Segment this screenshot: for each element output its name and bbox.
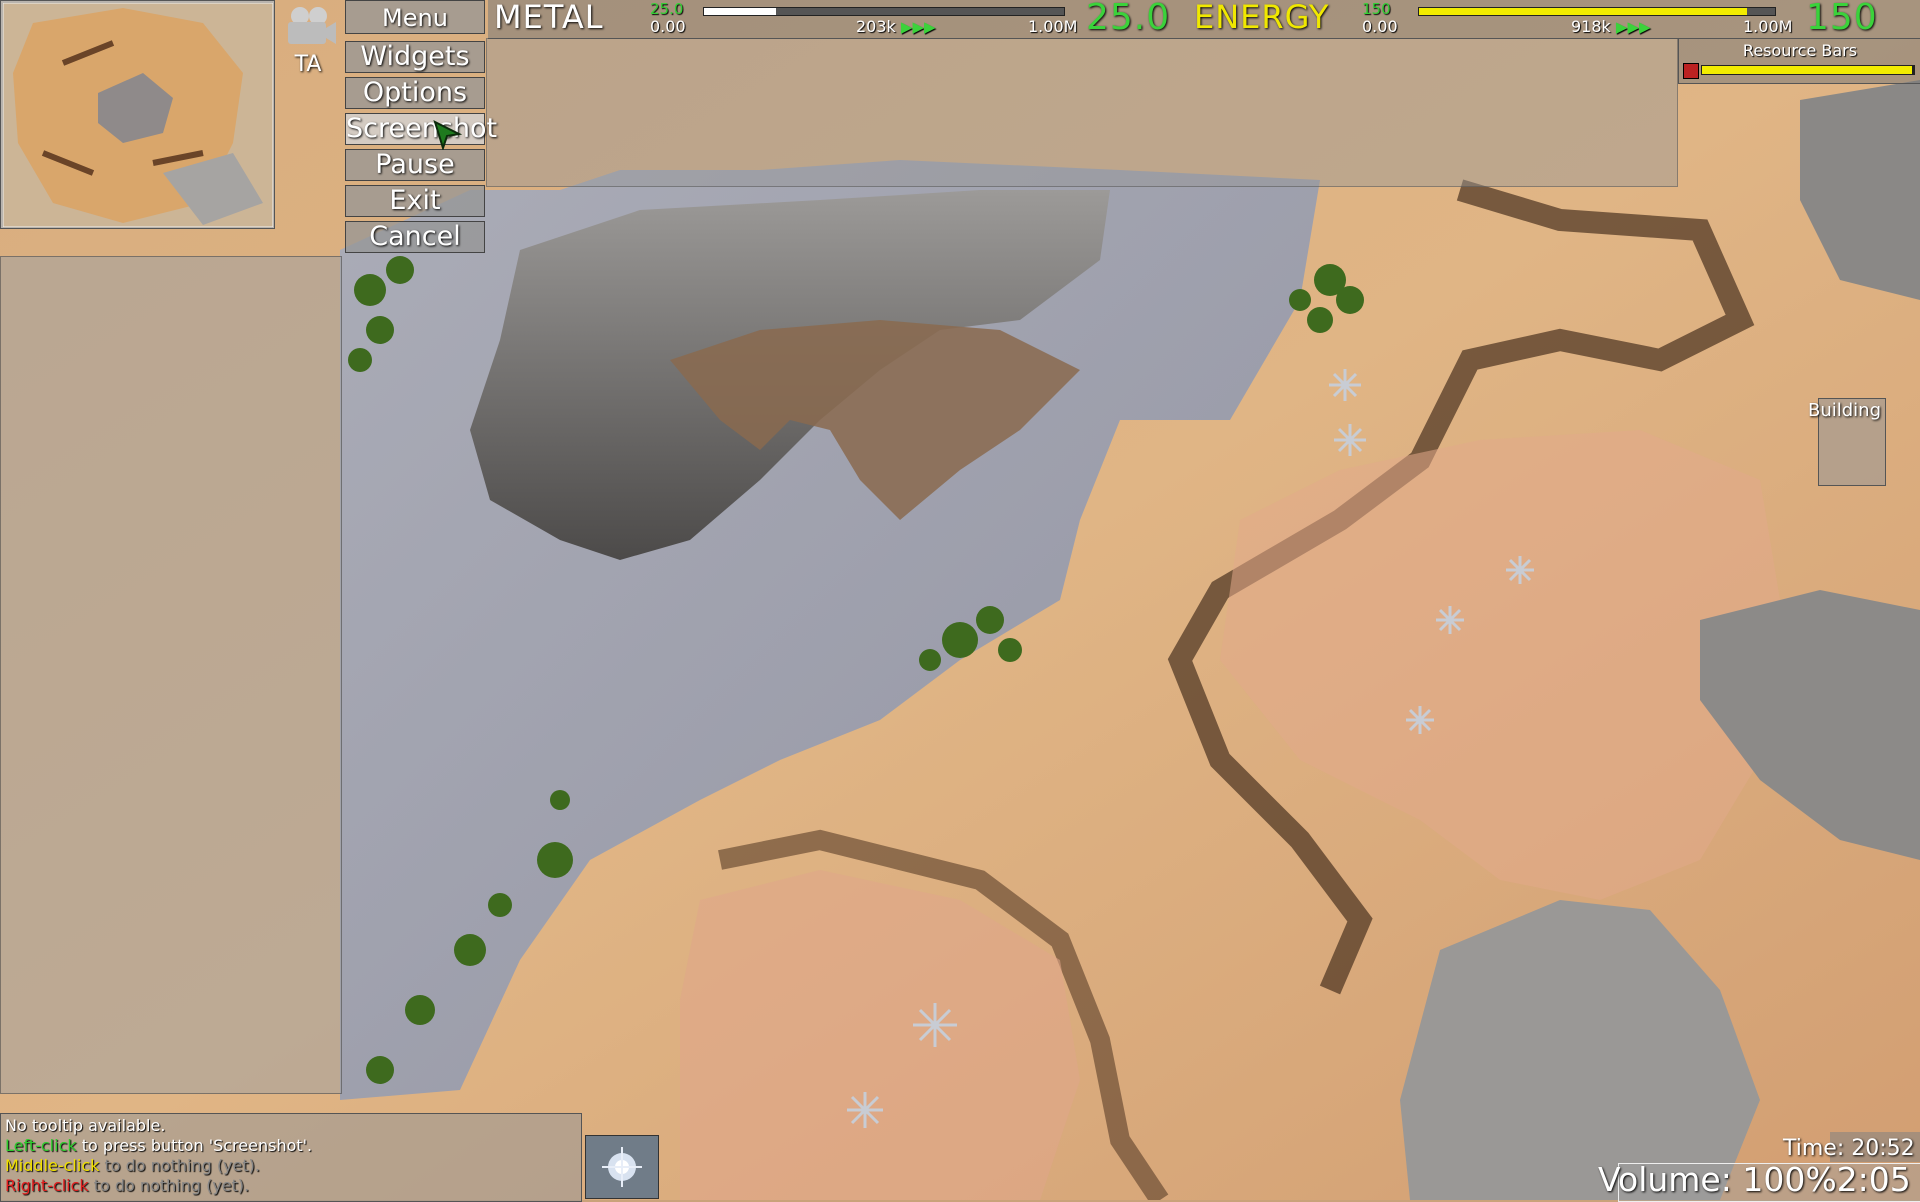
widgets-button[interactable]: Widgets (345, 41, 485, 73)
resource-bars-close-icon[interactable] (1683, 63, 1699, 79)
mouse-cursor-icon (433, 120, 463, 150)
energy-storage: 918k ▶▶▶ (1571, 17, 1651, 36)
build-menu-panel[interactable] (0, 256, 342, 1094)
tooltip-left-click-text: to press button 'Screenshot'. (76, 1136, 313, 1155)
energy-storage-fill (1419, 8, 1747, 15)
minimap-terrain[interactable] (3, 3, 273, 227)
metal-expense: 0.00 (650, 17, 686, 36)
tooltip-left-click-key: Left-click (5, 1136, 77, 1155)
faction-camera-icon (288, 7, 336, 44)
metal-storage-text: 203k (856, 17, 896, 36)
faction-indicator: TA (278, 0, 338, 80)
unit-portrait[interactable] (585, 1135, 659, 1199)
metal-storage-fill (704, 8, 776, 15)
energy-label: ENERGY (1194, 0, 1330, 36)
resource-bars-widget[interactable]: Resource Bars (1678, 38, 1920, 84)
tooltip-line-4: Right-click to do nothing (yet). (5, 1176, 249, 1195)
commander-portrait-icon (586, 1136, 658, 1198)
volume-indicator[interactable]: Volume: 100%2:05 (1598, 1160, 1911, 1199)
energy-arrows: ▶▶▶ (1615, 18, 1651, 36)
tooltip-line-3: Middle-click to do nothing (yet). (5, 1156, 260, 1175)
tooltip-line-1: No tooltip available. (5, 1116, 166, 1135)
energy-storage-text: 918k (1571, 17, 1611, 36)
menu-dropdown-backdrop (486, 38, 1678, 187)
metal-max: 1.00M (1028, 17, 1078, 36)
tooltip-line-2: Left-click to press button 'Screenshot'. (5, 1136, 312, 1155)
minimap[interactable] (0, 0, 275, 229)
resource-bars-title: Resource Bars (1742, 41, 1858, 60)
cancel-button[interactable]: Cancel (345, 221, 485, 253)
building-tab-label: Building (1808, 400, 1882, 421)
resource-bar: METAL 25.0 0.00 203k ▶▶▶ 1.00M 25.0 ENER… (488, 0, 1920, 39)
tooltip-right-click-key: Right-click (5, 1176, 89, 1195)
energy-amount: 150 (1806, 0, 1878, 38)
tooltip-middle-click-key: Middle-click (5, 1156, 100, 1175)
pause-button[interactable]: Pause (345, 149, 485, 181)
energy-income: 150 (1362, 0, 1391, 18)
metal-amount: 25.0 (1086, 0, 1171, 38)
metal-label: METAL (494, 0, 604, 36)
tooltip-middle-click-text: to do nothing (yet). (99, 1156, 260, 1175)
energy-max: 1.00M (1743, 17, 1793, 36)
metal-arrows: ▶▶▶ (900, 18, 936, 36)
exit-button[interactable]: Exit (345, 185, 485, 217)
energy-storage-bar (1418, 7, 1776, 16)
options-button[interactable]: Options (345, 77, 485, 109)
tooltip-panel: No tooltip available. Left-click to pres… (0, 1113, 582, 1202)
faction-label: TA (294, 52, 322, 77)
game-time: Time: 20:52 (1783, 1136, 1915, 1161)
metal-storage-bar (703, 7, 1065, 16)
tooltip-right-click-text: to do nothing (yet). (88, 1176, 250, 1195)
resource-bars-track (1701, 65, 1915, 75)
resource-bars-fill (1702, 66, 1912, 74)
menu-button[interactable]: Menu (345, 0, 485, 34)
screenshot-button[interactable]: Screenshot (345, 113, 497, 145)
metal-storage: 203k ▶▶▶ (856, 17, 936, 36)
energy-expense: 0.00 (1362, 17, 1398, 36)
metal-income: 25.0 (650, 0, 684, 18)
